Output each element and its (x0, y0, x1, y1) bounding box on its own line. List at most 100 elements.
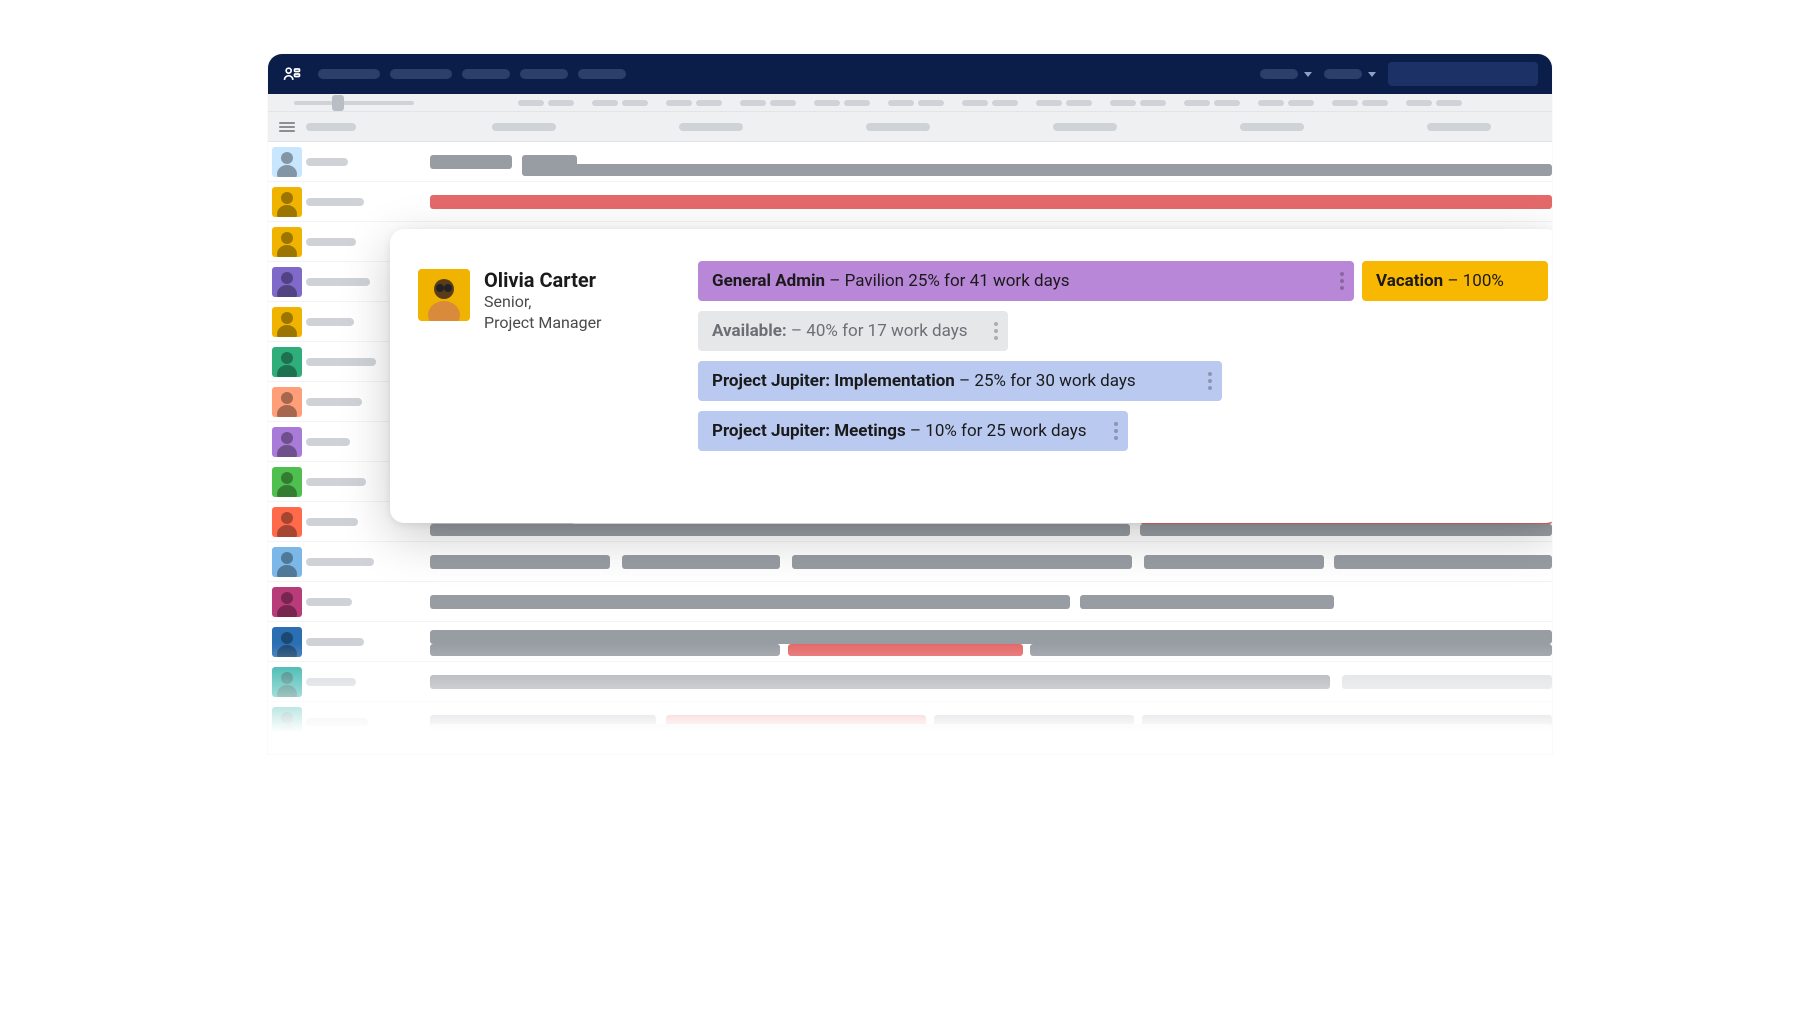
nav-tab[interactable] (390, 69, 452, 79)
person-name-placeholder (306, 238, 356, 246)
dropdown-1[interactable] (1260, 69, 1312, 79)
timeline-col-header[interactable] (1365, 123, 1552, 131)
person-avatar-small[interactable] (272, 467, 302, 497)
nav-tab[interactable] (462, 69, 510, 79)
person-avatar-small[interactable] (272, 547, 302, 577)
schedule-row[interactable] (268, 142, 1552, 182)
nav-tabs (318, 69, 626, 79)
person-avatar-small[interactable] (272, 267, 302, 297)
person-avatar-small[interactable] (272, 707, 302, 737)
allocation-available[interactable]: Available: – 40% for 17 work days (698, 311, 1008, 351)
schedule-row[interactable] (268, 742, 1552, 754)
allocation-bar[interactable] (430, 724, 1552, 736)
allocation-bar[interactable] (430, 524, 1130, 536)
person-avatar-small[interactable] (272, 347, 302, 377)
dropdown-2[interactable] (1324, 69, 1376, 79)
allocation-bar[interactable] (430, 675, 1330, 689)
person-avatar-small[interactable] (272, 387, 302, 417)
timeline-zoom-strip (268, 94, 1552, 112)
timeline-cell[interactable] (430, 622, 1552, 661)
allocation-bar[interactable] (622, 555, 780, 569)
nav-tab[interactable] (318, 69, 380, 79)
allocation-bar[interactable] (788, 644, 1023, 656)
person-name-placeholder (306, 678, 356, 686)
person-avatar-small[interactable] (272, 507, 302, 537)
more-icon[interactable] (1208, 372, 1212, 390)
allocation-bar[interactable] (1144, 555, 1324, 569)
schedule-row[interactable] (268, 582, 1552, 622)
search-input[interactable] (1388, 62, 1538, 86)
person-avatar-small[interactable] (272, 627, 302, 657)
allocation-bar[interactable] (430, 644, 780, 656)
allocation-bar[interactable] (430, 155, 512, 169)
schedule-row[interactable] (268, 542, 1552, 582)
timeline-col-header[interactable] (617, 123, 804, 131)
chevron-down-icon (1304, 72, 1312, 77)
schedule-row[interactable] (268, 702, 1552, 742)
chevron-down-icon (1368, 72, 1376, 77)
allocation-bar[interactable] (430, 555, 610, 569)
allocation-bar[interactable] (430, 630, 1552, 644)
person-name-placeholder (306, 358, 376, 366)
allocation-vacation[interactable]: Vacation – 100% (1362, 261, 1548, 301)
person-header: Olivia Carter Senior, Project Manager (418, 269, 698, 491)
person-name-placeholder (306, 198, 364, 206)
timeline-cell[interactable] (430, 182, 1552, 221)
people-icon[interactable] (282, 64, 302, 84)
person-name-placeholder (306, 398, 362, 406)
allocation-bar[interactable] (1342, 675, 1552, 689)
person-name-placeholder (306, 478, 366, 486)
person-avatar-small[interactable] (272, 227, 302, 257)
timeline-cell[interactable] (430, 542, 1552, 581)
person-avatar (418, 269, 470, 321)
person-avatar-small[interactable] (272, 147, 302, 177)
timeline-col-header[interactable] (1178, 123, 1365, 131)
allocation-jupiter-impl[interactable]: Project Jupiter: Implementation – 25% fo… (698, 361, 1222, 401)
timeline-cell[interactable] (430, 702, 1552, 741)
schedule-row[interactable] (268, 622, 1552, 662)
timeline-col-header[interactable] (991, 123, 1178, 131)
allocation-bar[interactable] (1030, 644, 1552, 656)
person-avatar-small[interactable] (272, 747, 302, 755)
nav-tab[interactable] (520, 69, 568, 79)
timeline-col-header[interactable] (430, 123, 617, 131)
name-column-header[interactable] (306, 123, 430, 131)
allocation-bar[interactable] (1334, 555, 1552, 569)
allocation-bar[interactable] (430, 595, 1070, 609)
hamburger-icon[interactable] (279, 120, 295, 134)
allocation-bar[interactable] (1140, 524, 1552, 536)
person-role-line: Senior, (484, 292, 601, 313)
timeline-cell[interactable] (430, 582, 1552, 621)
nav-tab[interactable] (578, 69, 626, 79)
person-name-placeholder (306, 638, 364, 646)
person-avatar-small[interactable] (272, 587, 302, 617)
allocation-jupiter-meet[interactable]: Project Jupiter: Meetings – 10% for 25 w… (698, 411, 1128, 451)
allocation-general-admin[interactable]: General Admin – Pavilion 25% for 41 work… (698, 261, 1354, 301)
person-avatar-small[interactable] (272, 187, 302, 217)
schedule-row[interactable] (268, 662, 1552, 702)
person-avatar-small[interactable] (272, 427, 302, 457)
person-avatar-small[interactable] (272, 307, 302, 337)
timeline-cell[interactable] (430, 142, 1552, 181)
timeline-cell[interactable] (430, 662, 1552, 701)
allocation-bar[interactable] (522, 164, 1552, 176)
more-icon[interactable] (1340, 272, 1344, 290)
allocation-bar[interactable] (792, 555, 1132, 569)
person-name-placeholder (306, 558, 374, 566)
timeline-cell[interactable] (430, 742, 1552, 754)
person-role-line: Project Manager (484, 313, 601, 334)
person-name-placeholder (306, 158, 348, 166)
schedule-row[interactable] (268, 182, 1552, 222)
person-avatar-small[interactable] (272, 667, 302, 697)
timeline-col-header[interactable] (804, 123, 991, 131)
allocation-bar[interactable] (1080, 595, 1334, 609)
app-window: Olivia Carter Senior, Project Manager Ge… (268, 54, 1552, 754)
zoom-handle[interactable] (332, 95, 344, 111)
allocation-bar[interactable] (430, 195, 1552, 209)
zoom-slider[interactable] (294, 101, 414, 105)
more-icon[interactable] (994, 322, 998, 340)
allocation-list: General Admin – Pavilion 25% for 41 work… (698, 261, 1548, 491)
person-name: Olivia Carter (484, 269, 601, 292)
person-name-placeholder (306, 598, 352, 606)
more-icon[interactable] (1114, 422, 1118, 440)
